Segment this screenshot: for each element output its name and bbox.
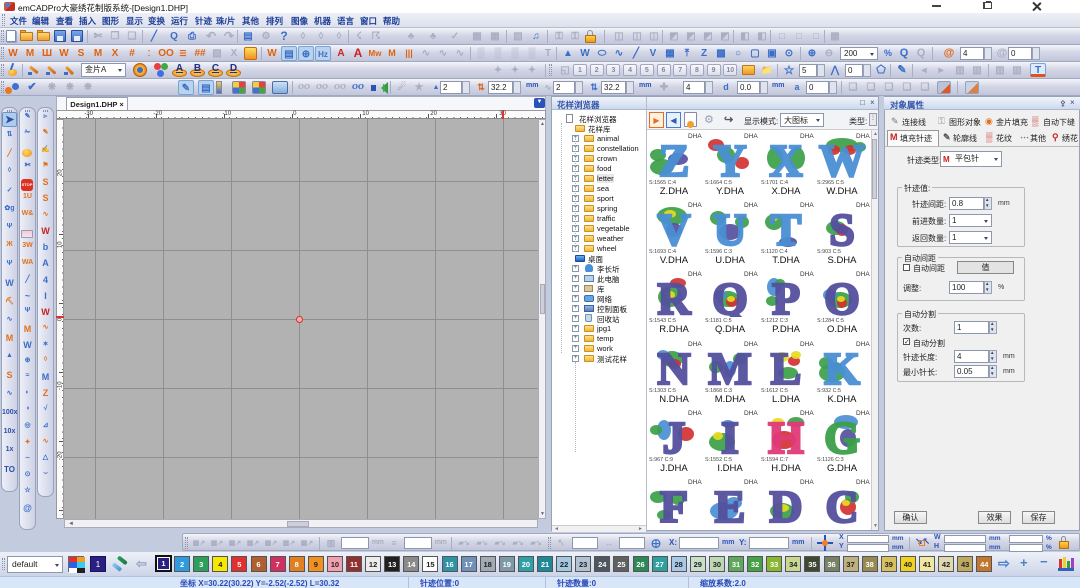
svg-text:K: K	[824, 345, 860, 387]
svg-text:G: G	[824, 414, 860, 456]
svg-text:L: L	[771, 345, 802, 387]
svg-text:U: U	[713, 206, 746, 248]
svg-text:I: I	[721, 414, 739, 456]
svg-text:Q: Q	[712, 275, 748, 317]
svg-text:Z: Z	[659, 137, 690, 179]
svg-text:E: E	[715, 483, 746, 525]
svg-text:Y: Y	[713, 137, 746, 179]
svg-text:H: H	[768, 414, 804, 456]
svg-text:T: T	[771, 206, 802, 248]
svg-text:F: F	[660, 483, 688, 525]
svg-text:X: X	[769, 137, 802, 179]
svg-text:V: V	[657, 206, 690, 248]
svg-text:M: M	[708, 345, 751, 387]
svg-text:R: R	[657, 275, 691, 317]
svg-text:S: S	[829, 206, 855, 248]
svg-text:J: J	[663, 414, 686, 456]
svg-text:P: P	[772, 275, 800, 317]
svg-text:N: N	[657, 345, 690, 387]
svg-text:O: O	[824, 275, 860, 317]
svg-text:C: C	[825, 483, 858, 525]
svg-text:W: W	[819, 137, 865, 179]
svg-text:D: D	[769, 483, 802, 525]
